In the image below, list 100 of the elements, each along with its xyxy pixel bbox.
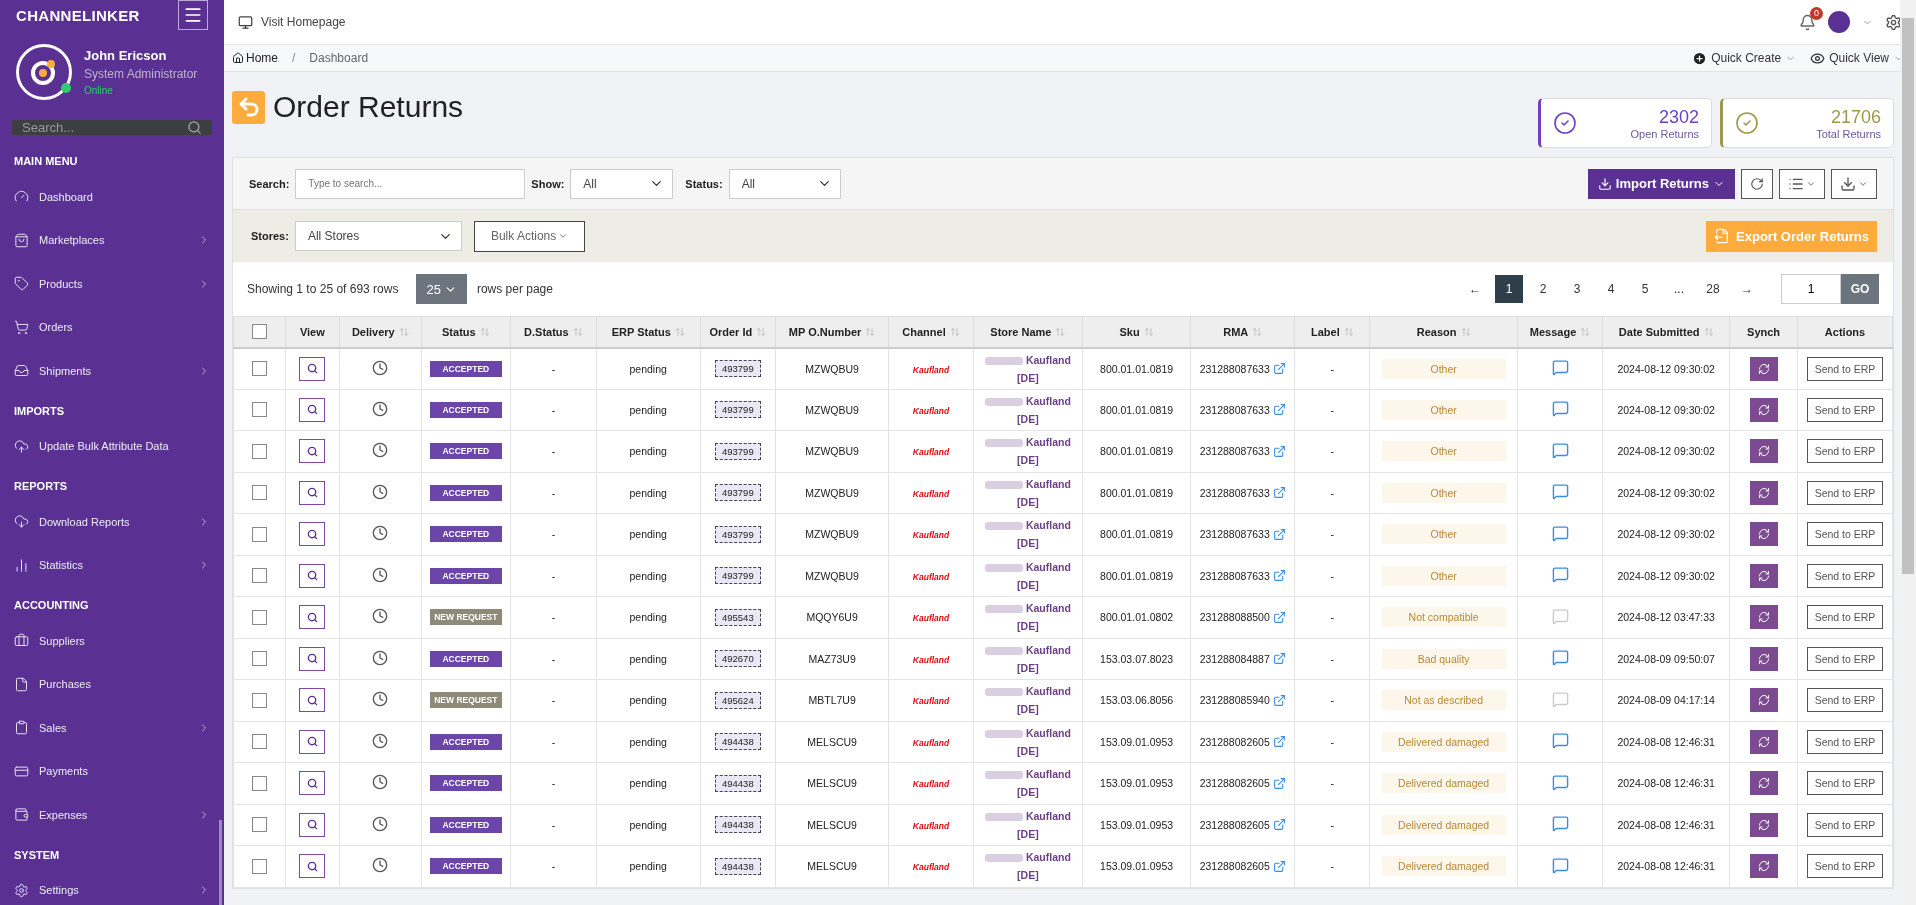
sidebar-item[interactable]: Shipments (0, 349, 224, 393)
sidebar-item[interactable]: Products (0, 262, 224, 306)
order-id-link[interactable]: 493799 (715, 525, 761, 543)
message-icon[interactable] (1551, 856, 1569, 874)
message-icon[interactable] (1551, 400, 1569, 418)
message-icon[interactable] (1551, 359, 1569, 376)
sidebar-item[interactable]: Marketplaces (0, 218, 224, 262)
row-checkbox[interactable] (251, 775, 267, 791)
view-button[interactable] (299, 522, 326, 547)
external-link-icon[interactable] (1272, 776, 1286, 790)
row-checkbox[interactable] (251, 817, 267, 833)
bulk-actions-button[interactable]: Bulk Actions (473, 220, 586, 252)
select-all-checkbox[interactable] (251, 324, 267, 340)
visit-homepage-link[interactable]: Visit Homepage (238, 14, 346, 30)
order-id-link[interactable]: 493799 (715, 401, 761, 419)
order-id-link[interactable]: 493799 (715, 484, 761, 502)
search-field[interactable]: Type to search... (295, 168, 526, 199)
send-to-erp-button[interactable]: Send to ERP (1806, 480, 1884, 505)
page-link[interactable]: 3 (1563, 275, 1591, 303)
sync-button[interactable] (1749, 605, 1778, 630)
send-to-erp-button[interactable]: Send to ERP (1806, 646, 1884, 671)
message-icon[interactable] (1551, 566, 1569, 584)
external-link-icon[interactable] (1272, 610, 1286, 624)
sidebar-item[interactable]: Orders (0, 305, 224, 349)
column-header[interactable]: Reason (1369, 316, 1518, 348)
external-link-icon[interactable] (1272, 569, 1286, 583)
view-button[interactable] (299, 439, 326, 464)
message-icon[interactable] (1551, 441, 1569, 459)
send-to-erp-button[interactable]: Send to ERP (1806, 563, 1884, 588)
order-id-link[interactable]: 495543 (715, 608, 761, 626)
send-to-erp-button[interactable]: Send to ERP (1806, 397, 1884, 422)
sync-button[interactable] (1749, 480, 1778, 505)
message-icon[interactable] (1551, 815, 1569, 833)
rows-per-page-select[interactable]: 25 (416, 274, 467, 304)
send-to-erp-button[interactable]: Send to ERP (1806, 522, 1884, 547)
message-icon[interactable] (1551, 649, 1569, 667)
row-checkbox[interactable] (251, 858, 267, 874)
column-header[interactable]: Sku (1082, 316, 1191, 348)
column-header[interactable]: Date Submitted (1602, 316, 1730, 348)
quick-action-menu[interactable]: Quick View (1810, 50, 1904, 66)
external-link-icon[interactable] (1272, 818, 1286, 832)
row-checkbox[interactable] (251, 402, 267, 418)
view-button[interactable] (299, 854, 326, 879)
sidebar-item[interactable]: Update Bulk Attribute Data (0, 424, 224, 468)
page-link[interactable]: 28 (1699, 275, 1727, 303)
external-link-icon[interactable] (1272, 859, 1286, 873)
sidebar-item[interactable]: Settings (0, 868, 224, 905)
page-link[interactable]: ... (1665, 275, 1693, 303)
external-link-icon[interactable] (1272, 486, 1286, 500)
page-number-field[interactable]: 1 (1781, 274, 1841, 304)
view-button[interactable] (299, 563, 326, 588)
stores-select[interactable]: All Stores (294, 221, 462, 251)
page-link[interactable]: 5 (1631, 275, 1659, 303)
sync-button[interactable] (1749, 729, 1778, 754)
previous-page-link[interactable]: ← (1461, 275, 1489, 303)
bell-icon[interactable] (1799, 13, 1816, 31)
send-to-erp-button[interactable]: Send to ERP (1806, 688, 1884, 713)
breadcrumb-link[interactable]: Home (232, 51, 278, 65)
order-id-link[interactable]: 494438 (715, 857, 761, 875)
row-checkbox[interactable] (251, 609, 267, 625)
external-link-icon[interactable] (1272, 362, 1286, 375)
send-to-erp-button[interactable]: Send to ERP (1806, 771, 1884, 796)
message-icon[interactable] (1551, 773, 1569, 791)
column-header[interactable]: Order Id (700, 316, 776, 348)
sync-button[interactable] (1749, 854, 1778, 879)
sync-button[interactable] (1749, 563, 1778, 588)
column-header[interactable]: ERP Status (596, 316, 701, 348)
view-button[interactable] (299, 480, 326, 505)
column-header[interactable]: Delivery (339, 316, 421, 348)
go-button[interactable]: GO (1841, 274, 1879, 304)
import-returns-button[interactable]: Import Returns (1587, 168, 1735, 199)
row-checkbox[interactable] (251, 526, 267, 542)
column-header[interactable]: Status (421, 316, 511, 348)
order-id-link[interactable]: 494438 (715, 774, 761, 792)
columns-button[interactable] (1779, 168, 1825, 199)
next-page-link[interactable]: → (1733, 275, 1761, 303)
row-checkbox[interactable] (251, 443, 267, 459)
order-id-link[interactable]: 495624 (715, 691, 761, 709)
column-header[interactable]: Store Name (973, 316, 1083, 348)
column-header[interactable]: Label (1294, 316, 1370, 348)
order-id-link[interactable]: 493799 (715, 360, 761, 377)
search-field[interactable]: Search... (12, 120, 212, 135)
row-checkbox[interactable] (251, 734, 267, 750)
row-checkbox[interactable] (251, 568, 267, 584)
external-link-icon[interactable] (1272, 735, 1286, 749)
sync-button[interactable] (1749, 522, 1778, 547)
view-button[interactable] (299, 605, 326, 630)
quick-action-menu[interactable]: Quick Create (1692, 50, 1797, 66)
refresh-button[interactable] (1741, 168, 1773, 199)
page-link[interactable]: 4 (1597, 275, 1625, 303)
message-icon[interactable] (1551, 524, 1569, 542)
page-link[interactable]: 2 (1529, 275, 1557, 303)
menu-button[interactable] (178, 0, 208, 30)
settings-icon[interactable] (1885, 13, 1902, 31)
row-checkbox[interactable] (251, 692, 267, 708)
external-link-icon[interactable] (1272, 444, 1286, 458)
sidebar-item[interactable]: Download Reports (0, 500, 224, 544)
show-select[interactable]: All (570, 168, 674, 199)
avatar[interactable] (1828, 11, 1850, 33)
message-icon[interactable] (1551, 732, 1569, 750)
